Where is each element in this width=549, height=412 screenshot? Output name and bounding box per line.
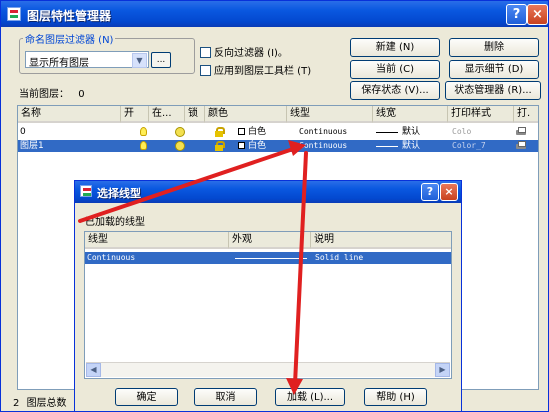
layer-lineweight[interactable]: 默认 <box>402 140 442 152</box>
sun-thaw-icon[interactable] <box>175 127 185 137</box>
filter-selected-value: 显示所有图层 <box>29 58 89 69</box>
column-header-on[interactable]: 开 <box>121 106 149 123</box>
horizontal-scrollbar[interactable]: ◀ ▶ <box>86 362 450 377</box>
linetype-name: Continuous <box>87 253 136 262</box>
column-header-plot[interactable]: 打. <box>514 106 538 123</box>
lineweight-sample <box>376 132 398 133</box>
named-filter-label: 命名图层过滤器 (N) <box>23 31 116 46</box>
layer-name: 图层1 <box>20 141 44 151</box>
layer-linetype[interactable]: Continuous <box>299 126 371 138</box>
close-icon[interactable]: × <box>527 4 548 25</box>
dialog-title: 选择线型 <box>97 187 141 200</box>
layer-linetype[interactable]: Continuous <box>299 140 371 152</box>
state-manager-button[interactable]: 状态管理器 (R)... <box>445 81 541 100</box>
column-header-plot-style[interactable]: 打印样式 <box>448 106 514 123</box>
layer-color[interactable]: 白色 <box>248 126 286 138</box>
delete-layer-button[interactable]: 删除 <box>449 38 539 57</box>
bulb-on-icon[interactable] <box>140 127 147 136</box>
column-header-color[interactable]: 颜色 <box>205 106 287 123</box>
column-header-freeze[interactable]: 在... <box>149 106 185 123</box>
ok-button[interactable]: 确定 <box>115 388 178 406</box>
printer-icon[interactable] <box>516 127 526 137</box>
set-current-button[interactable]: 当前 (C) <box>350 60 440 79</box>
layer-color[interactable]: 白色 <box>248 140 286 152</box>
layer-count-label: 图层总数 <box>26 398 67 409</box>
lineweight-sample <box>376 146 398 147</box>
layer-count: 2 <box>13 398 20 409</box>
help-icon[interactable]: ? <box>506 4 527 25</box>
help-button[interactable]: 帮助 (H) <box>364 388 427 406</box>
status-bar: 2 图层总数 <box>13 394 83 411</box>
window-title: 图层特性管理器 <box>27 9 112 23</box>
loaded-linetypes-label: 已加载的线型 <box>85 217 145 228</box>
filter-browse-button[interactable]: ... <box>151 52 171 68</box>
layer-plot-style: Colo <box>452 127 472 136</box>
layer-name: 0 <box>20 127 26 137</box>
invert-filter-checkbox[interactable]: 反向过滤器 (I)。 <box>200 44 288 59</box>
column-header-lock[interactable]: 锁 <box>185 106 205 123</box>
linetype-description: Solid line <box>315 253 364 262</box>
chevron-down-icon[interactable]: ▼ <box>132 53 147 68</box>
select-linetype-dialog: 选择线型 ? × 已加载的线型 线型 外观 说明 Continuous Soli… <box>74 180 462 412</box>
column-header-name[interactable]: 名称 <box>18 106 121 123</box>
checkbox-box[interactable] <box>200 47 211 58</box>
linetype-list[interactable]: 线型 外观 说明 Continuous Solid line ◀ ▶ <box>84 231 452 379</box>
close-icon[interactable]: × <box>440 183 458 201</box>
column-header-lineweight[interactable]: 线宽 <box>373 106 448 123</box>
app-icon <box>7 7 21 21</box>
cancel-button[interactable]: 取消 <box>194 388 257 406</box>
lock-icon[interactable] <box>214 127 225 137</box>
sun-thaw-icon[interactable] <box>175 141 185 151</box>
help-icon[interactable]: ? <box>421 183 439 201</box>
column-header-linetype[interactable]: 线型 <box>85 232 229 249</box>
new-layer-button[interactable]: 新建 (N) <box>350 38 440 57</box>
current-layer-label: 当前图层： 0 <box>19 89 85 100</box>
current-layer-value: 0 <box>78 89 85 100</box>
load-button[interactable]: 加载 (L)... <box>275 388 345 406</box>
column-header-linetype[interactable]: 线型 <box>287 106 373 123</box>
lock-icon[interactable] <box>214 141 225 151</box>
scroll-left-icon[interactable]: ◀ <box>86 363 101 377</box>
color-swatch[interactable] <box>238 142 245 149</box>
apply-toolbar-checkbox[interactable]: 应用到图层工具栏 (T) <box>200 62 311 77</box>
linetype-appearance <box>235 258 307 259</box>
save-state-button[interactable]: 保存状态 (V)... <box>350 81 440 100</box>
bulb-on-icon[interactable] <box>140 141 147 150</box>
layer-lineweight[interactable]: 默认 <box>402 126 442 138</box>
scroll-right-icon[interactable]: ▶ <box>435 363 450 377</box>
show-details-button[interactable]: 显示细节 (D) <box>449 60 539 79</box>
dialog-title-bar[interactable]: 选择线型 ? × <box>75 181 461 203</box>
layer-plot-style: Color_7 <box>452 141 486 150</box>
filter-select[interactable]: 显示所有图层 ▼ <box>25 51 149 69</box>
table-row[interactable]: 0 白色 Continuous 默认 Colo <box>18 126 538 138</box>
table-row[interactable]: Continuous Solid line <box>85 252 451 264</box>
column-header-appearance[interactable]: 外观 <box>229 232 311 249</box>
table-row[interactable]: 图层1 白色 Continuous 默认 Color_7 <box>18 140 538 152</box>
column-header-description[interactable]: 说明 <box>311 232 451 249</box>
color-swatch[interactable] <box>238 128 245 135</box>
checkbox-box[interactable] <box>200 65 211 76</box>
printer-icon[interactable] <box>516 141 526 151</box>
title-bar[interactable]: 图层特性管理器 ? × <box>1 1 548 27</box>
app-icon <box>80 185 92 197</box>
